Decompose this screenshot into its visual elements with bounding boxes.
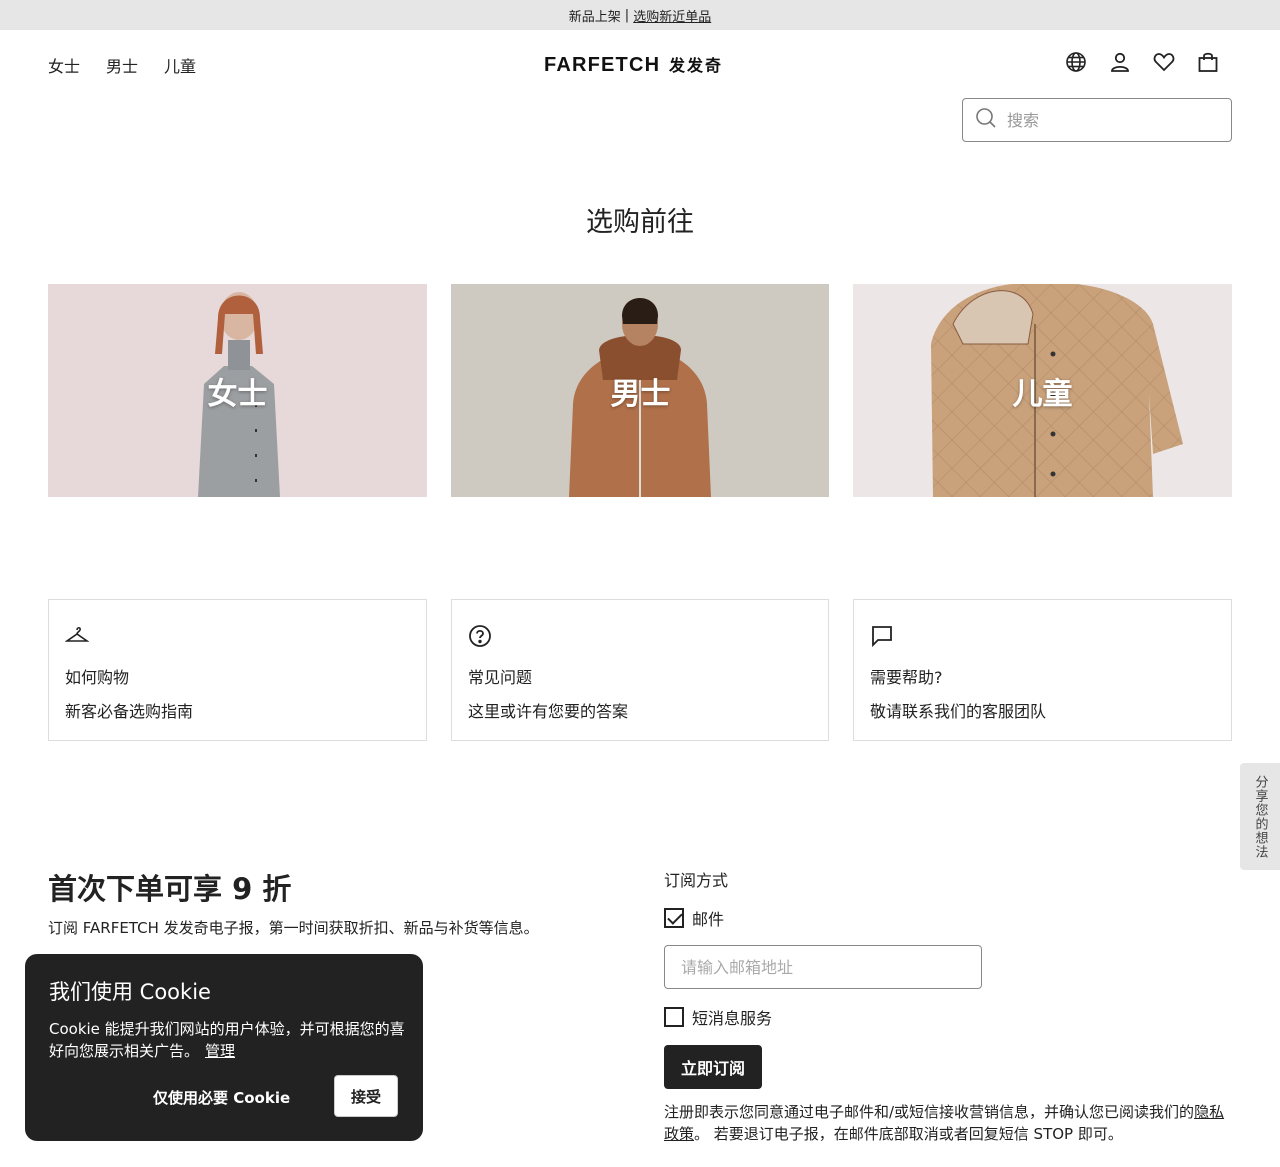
help-title: 常见问题	[468, 668, 533, 687]
help-subtitle: 敬请联系我们的客服团队	[870, 702, 1047, 721]
cookie-title: 我们使用 Cookie	[49, 980, 211, 1004]
cookie-manage-link[interactable]: 管理	[205, 1042, 235, 1060]
email-option[interactable]: 邮件	[664, 906, 724, 930]
sms-checkbox[interactable]	[664, 1007, 684, 1027]
cookie-banner: 我们使用 Cookie Cookie 能提升我们网站的用户体验，并可根据您的喜好…	[25, 954, 423, 1141]
subscription-method-label: 订阅方式	[664, 871, 729, 890]
help-card-contact[interactable]: 需要帮助? 敬请联系我们的客服团队	[853, 599, 1232, 741]
legal-text-before: 注册即表示您同意通过电子邮件和/或短信接收营销信息，并确认您已阅读我们的	[664, 1103, 1195, 1121]
search-icon	[975, 107, 997, 133]
hanger-icon	[64, 624, 90, 648]
category-label-kids: 儿童	[1012, 376, 1073, 412]
category-card-women[interactable]: 女士	[48, 284, 427, 497]
newsletter-headline: 首次下单可享 9 折	[48, 872, 292, 906]
help-title: 如何购物	[65, 668, 130, 687]
main-nav: 女士 男士 儿童	[48, 53, 196, 77]
chat-icon	[870, 624, 894, 648]
newsletter-description: 订阅 FARFETCH 发发奇电子报，第一时间获取折扣、新品与补货等信息。	[48, 919, 539, 937]
legal-text: 注册即表示您同意通过电子邮件和/或短信接收营销信息，并确认您已阅读我们的隐私政策…	[664, 1101, 1239, 1145]
promo-bar: 新品上架 | 选购新近单品	[0, 0, 1280, 30]
essential-cookies-button[interactable]: 仅使用必要 Cookie	[153, 1076, 290, 1118]
category-label-men: 男士	[610, 376, 671, 412]
nav-kids[interactable]: 儿童	[164, 53, 196, 77]
legal-text-after: 。 若要退订电子报，在邮件底部取消或者回复短信 STOP 即可。	[694, 1125, 1123, 1143]
promo-link[interactable]: 选购新近单品	[633, 6, 711, 25]
help-subtitle: 这里或许有您要的答案	[468, 702, 629, 721]
promo-separator: |	[624, 7, 630, 23]
nav-women[interactable]: 女士	[48, 53, 80, 77]
promo-text: 新品上架	[568, 9, 621, 25]
accept-cookies-button[interactable]: 接受	[334, 1075, 398, 1117]
category-card-kids[interactable]: 儿童	[853, 284, 1232, 497]
globe-icon[interactable]	[1064, 50, 1088, 74]
logo[interactable]: FARFETCH 发发奇	[544, 52, 723, 77]
header: 女士 男士 儿童 FARFETCH 发发奇	[0, 30, 1280, 100]
help-subtitle: 新客必备选购指南	[65, 702, 194, 721]
email-option-label: 邮件	[692, 910, 725, 929]
search-box	[962, 98, 1232, 142]
logo-cn: 发发奇	[669, 58, 724, 75]
cookie-text-block: Cookie 能提升我们网站的用户体验，并可根据您的喜好向您展示相关广告。 管理	[49, 1018, 405, 1062]
category-label-women: 女士	[207, 376, 268, 412]
bag-icon[interactable]	[1196, 50, 1220, 74]
category-card-men[interactable]: 男士	[451, 284, 830, 497]
sms-option-label: 短消息服务	[692, 1009, 773, 1028]
nav-men[interactable]: 男士	[106, 53, 138, 77]
section-title: 选购前往	[586, 207, 694, 238]
question-icon	[468, 624, 492, 648]
help-title: 需要帮助?	[870, 668, 943, 687]
feedback-label: 分享您的想法	[1252, 774, 1268, 859]
feedback-tab[interactable]: 分享您的想法	[1240, 763, 1280, 870]
subscribe-button[interactable]: 立即订阅	[664, 1045, 762, 1089]
logo-text: FARFETCH	[544, 54, 661, 76]
help-card-how-to-shop[interactable]: 如何购物 新客必备选购指南	[48, 599, 427, 741]
email-checkbox[interactable]	[664, 908, 684, 928]
help-card-faq[interactable]: 常见问题 这里或许有您要的答案	[451, 599, 829, 741]
header-icons	[1064, 50, 1220, 74]
sms-option[interactable]: 短消息服务	[664, 1005, 772, 1029]
account-icon[interactable]	[1108, 50, 1132, 74]
search-input[interactable]	[1007, 110, 1207, 130]
heart-icon[interactable]	[1152, 50, 1176, 74]
email-field[interactable]	[664, 945, 982, 989]
